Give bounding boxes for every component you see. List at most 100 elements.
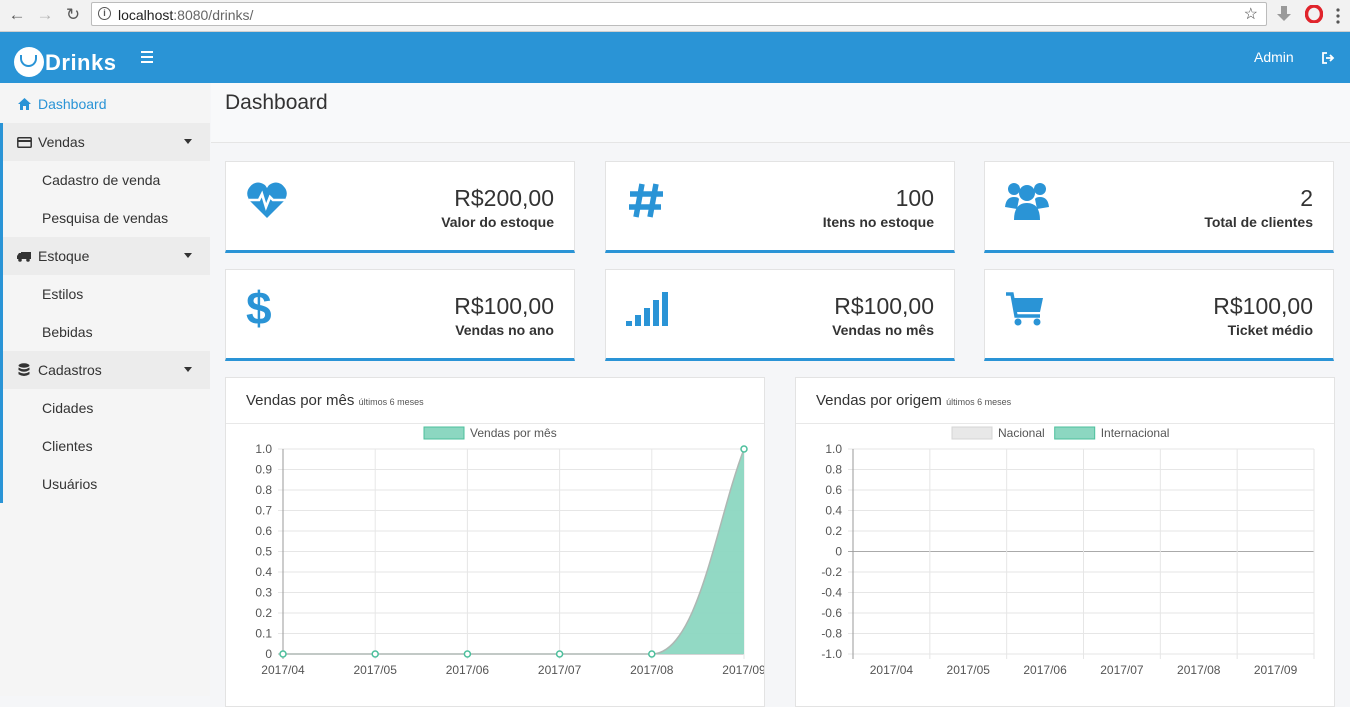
x-tick-label: 2017/07 (1100, 663, 1144, 677)
y-tick-label: 0.4 (825, 504, 842, 518)
info-icon[interactable]: i (98, 7, 111, 20)
legend-swatch (951, 426, 993, 440)
x-tick-label: 2017/05 (947, 663, 991, 677)
chart-vendas-por-mes: Vendas por mês 1.0 0.9 0.8 0.7 0.6 0.5 0.4 0.3 0.… (255, 426, 764, 677)
truck-icon (16, 251, 32, 262)
y-tick-label: 0.2 (255, 606, 272, 620)
legend-swatch (1054, 426, 1096, 440)
sidebar-item-label: Cadastro de venda (42, 172, 161, 188)
download-icon[interactable] (1274, 4, 1294, 29)
sidebar-item-label: Usuários (42, 476, 98, 492)
sidebar-item-estilos[interactable]: Estilos (0, 275, 210, 313)
sidebar-item-label: Dashboard (38, 96, 107, 112)
data-point (371, 650, 379, 658)
menu-toggle-icon[interactable] (141, 51, 153, 66)
sidebar-item-label: Cidades (42, 400, 94, 416)
users-icon (1005, 180, 1049, 227)
stat-card-total-clientes: 2 Total de clientes (984, 161, 1334, 253)
sidebar-item-label: Pesquisa de vendas (42, 210, 169, 226)
signal-icon (626, 288, 668, 333)
x-tick-label: 2017/06 (446, 663, 490, 677)
hashtag-icon (626, 180, 666, 225)
x-tick-label: 2017/04 (261, 663, 305, 677)
y-tick-label: 1.0 (255, 442, 272, 456)
panel-title: Vendas por mês últimos 6 meses (246, 392, 424, 409)
bookmark-star-icon[interactable]: ☆ (1244, 4, 1258, 24)
data-point (740, 445, 748, 453)
sidebar-item-dashboard[interactable]: Dashboard (0, 85, 210, 123)
y-tick-label: 1.0 (825, 442, 842, 456)
shopping-cart-icon (1005, 288, 1045, 333)
stat-label: Itens no estoque (822, 214, 934, 230)
y-tick-label: 0.4 (255, 565, 272, 579)
stat-card-itens-estoque: 100 Itens no estoque (605, 161, 955, 253)
heartbeat-icon (246, 180, 288, 225)
y-tick-label: 0.3 (255, 586, 272, 600)
x-tick-label: 2017/08 (1177, 663, 1221, 677)
stat-card-ticket-medio: R$100,00 Ticket médio (984, 269, 1334, 361)
back-arrow-icon[interactable]: ← (6, 4, 28, 26)
stat-value: R$100,00 (454, 293, 554, 319)
legend-label: Nacional (998, 426, 1045, 440)
app-logo-text: Drinks (45, 50, 117, 75)
y-tick-label: -0.6 (821, 606, 842, 620)
stat-card-vendas-mes: R$100,00 Vendas no mês (605, 269, 955, 361)
sidebar-item-label: Bebidas (42, 324, 93, 340)
sidebar-item-cidades[interactable]: Cidades (0, 389, 210, 427)
stat-value: R$100,00 (834, 293, 934, 319)
y-tick-label: 0.5 (255, 545, 272, 559)
sidebar-item-bebidas[interactable]: Bebidas (0, 313, 210, 351)
panel-subtitle: últimos 6 meses (358, 397, 424, 407)
sidebar-item-vendas[interactable]: Vendas (0, 123, 210, 161)
y-tick-label: 0 (265, 647, 272, 661)
caret-down-icon (184, 367, 192, 372)
sidebar-item-usuarios[interactable]: Usuários (0, 465, 210, 503)
stat-value: 100 (895, 185, 934, 211)
page-title: Dashboard (225, 91, 328, 114)
y-tick-label: 0.6 (255, 524, 272, 538)
stat-label: Vendas no ano (455, 322, 554, 338)
forward-arrow-icon[interactable]: → (34, 4, 56, 26)
y-tick-label: 0.2 (825, 524, 842, 538)
sidebar-item-label: Estoque (38, 248, 90, 264)
sidebar-item-estoque[interactable]: Estoque (0, 237, 210, 275)
sidebar-item-cadastro-venda[interactable]: Cadastro de venda (0, 161, 210, 199)
y-tick-label: -0.4 (821, 586, 842, 600)
logout-icon[interactable] (1322, 51, 1335, 69)
stat-value: R$200,00 (454, 185, 554, 211)
panel-vendas-por-mes: Vendas por mês últimos 6 meses Vendas po… (225, 377, 765, 707)
y-tick-label: -0.8 (821, 627, 842, 641)
sidebar-item-label: Estilos (42, 286, 84, 302)
sidebar-item-pesquisa-vendas[interactable]: Pesquisa de vendas (0, 199, 210, 237)
panel-subtitle: últimos 6 meses (946, 397, 1012, 407)
stat-card-valor-estoque: R$200,00 Valor do estoque (225, 161, 575, 253)
sidebar-item-label: Clientes (42, 438, 93, 454)
panel-title: Vendas por origem últimos 6 meses (816, 392, 1012, 409)
opera-icon[interactable] (1304, 4, 1324, 28)
svg-text:$: $ (246, 288, 272, 330)
reload-icon[interactable]: ↻ (62, 4, 84, 26)
y-tick-label: 0.8 (825, 463, 842, 477)
y-tick-label: -0.2 (821, 565, 842, 579)
sidebar-item-cadastros[interactable]: Cadastros (0, 351, 210, 389)
caret-down-icon (184, 139, 192, 144)
legend-swatch (423, 426, 465, 440)
sidebar-item-label: Cadastros (38, 362, 102, 378)
legend-label: Internacional (1101, 426, 1170, 440)
address-bar[interactable]: i localhost:8080/drinks/ ☆ (91, 2, 1267, 26)
x-tick-label: 2017/07 (538, 663, 582, 677)
user-name[interactable]: Admin (1254, 49, 1294, 65)
y-tick-label: 0.1 (255, 627, 272, 641)
caret-down-icon (184, 253, 192, 258)
stat-label: Valor do estoque (441, 214, 554, 230)
y-tick-label: 0.8 (255, 483, 272, 497)
logo-icon (14, 47, 44, 77)
stat-value: R$100,00 (1213, 293, 1313, 319)
menu-dots-icon[interactable] (1336, 8, 1344, 29)
data-point (648, 650, 656, 658)
sidebar-item-clientes[interactable]: Clientes (0, 427, 210, 465)
home-icon (16, 98, 32, 110)
stat-card-vendas-ano: $ R$100,00 Vendas no ano (225, 269, 575, 361)
sidebar: Dashboard Vendas Cadastro de venda Pesqu… (0, 83, 210, 696)
stat-label: Ticket médio (1227, 322, 1313, 338)
